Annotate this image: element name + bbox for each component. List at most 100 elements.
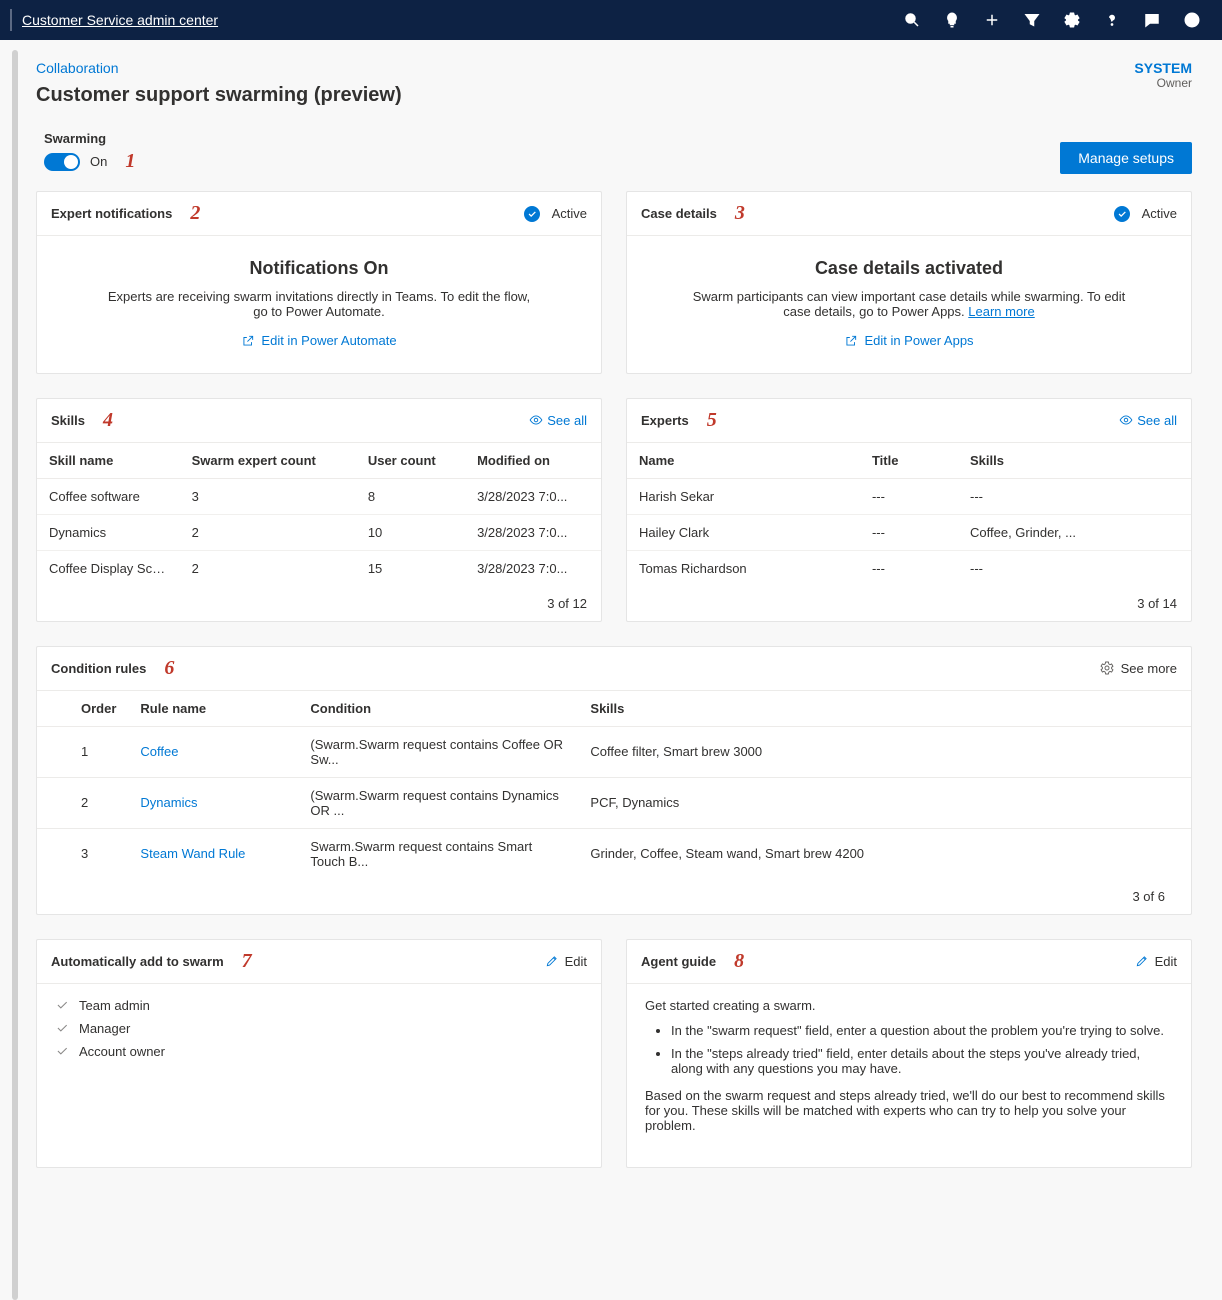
- auto-add-edit-link[interactable]: Edit: [545, 954, 587, 969]
- breadcrumb[interactable]: Collaboration: [36, 60, 402, 76]
- check-icon: [55, 998, 69, 1012]
- link-text: Edit: [1155, 954, 1177, 969]
- link-text: Edit: [565, 954, 587, 969]
- col-skill-name[interactable]: Skill name: [37, 443, 180, 479]
- external-link-icon: [844, 334, 858, 348]
- callout-3: 3: [735, 202, 745, 225]
- topbar-divider: [10, 9, 12, 31]
- skills-table: Skill name Swarm expert count User count…: [37, 443, 601, 586]
- list-item: Account owner: [55, 1040, 583, 1063]
- lightbulb-icon[interactable]: [932, 0, 972, 40]
- callout-4: 4: [103, 409, 113, 432]
- list-item: Manager: [55, 1017, 583, 1040]
- col-skills[interactable]: Skills: [958, 443, 1191, 479]
- status-text: Active: [1142, 206, 1177, 221]
- col-user-count[interactable]: User count: [356, 443, 465, 479]
- agent-bullets: In the "swarm request" field, enter a qu…: [645, 1023, 1173, 1076]
- callout-2: 2: [190, 202, 200, 225]
- col-title[interactable]: Title: [860, 443, 958, 479]
- auto-add-list: Team admin Manager Account owner: [37, 984, 601, 1087]
- notifications-body-text: Experts are receiving swarm invitations …: [99, 289, 539, 319]
- case-details-body-text: Swarm participants can view important ca…: [689, 289, 1129, 319]
- experts-card: Experts 5 See all Name Title Skills Hari…: [626, 398, 1192, 622]
- rules-footer: 3 of 6: [37, 879, 1191, 914]
- skills-title: Skills: [51, 413, 85, 428]
- help-icon[interactable]: [1092, 0, 1132, 40]
- experts-title: Experts: [641, 413, 689, 428]
- link-text: See all: [1137, 413, 1177, 428]
- gear-icon[interactable]: [1052, 0, 1092, 40]
- case-details-body-title: Case details activated: [651, 258, 1167, 279]
- col-modified[interactable]: Modified on: [465, 443, 601, 479]
- table-row[interactable]: Dynamics2103/28/2023 7:0...: [37, 514, 601, 550]
- item-text: Account owner: [79, 1044, 165, 1059]
- callout-7: 7: [242, 950, 252, 973]
- col-order[interactable]: Order: [37, 691, 128, 727]
- edit-power-apps-link[interactable]: Edit in Power Apps: [844, 333, 973, 348]
- owner-name[interactable]: SYSTEM: [1134, 60, 1192, 76]
- item-text: Team admin: [79, 998, 150, 1013]
- agent-intro: Get started creating a swarm.: [645, 998, 1173, 1013]
- list-item: In the "swarm request" field, enter a qu…: [671, 1023, 1173, 1038]
- skills-see-all-link[interactable]: See all: [529, 413, 587, 428]
- app-title[interactable]: Customer Service admin center: [22, 12, 218, 28]
- agent-guide-edit-link[interactable]: Edit: [1135, 954, 1177, 969]
- list-item: In the "steps already tried" field, ente…: [671, 1046, 1173, 1076]
- rule-link[interactable]: Steam Wand Rule: [140, 846, 245, 861]
- agent-guide-card: Agent guide 8 Edit Get started creating …: [626, 939, 1192, 1168]
- rule-link[interactable]: Dynamics: [140, 795, 197, 810]
- callout-8: 8: [734, 950, 744, 973]
- rules-title: Condition rules: [51, 661, 146, 676]
- chat-icon[interactable]: [1132, 0, 1172, 40]
- case-details-status: Active: [1114, 206, 1177, 222]
- filter-icon[interactable]: [1012, 0, 1052, 40]
- owner-role: Owner: [1134, 76, 1192, 90]
- experts-footer: 3 of 14: [627, 586, 1191, 621]
- gear-icon: [1099, 660, 1115, 676]
- case-details-card: Case details 3 Active Case details activ…: [626, 191, 1192, 374]
- link-text: Edit in Power Automate: [261, 333, 396, 348]
- check-icon: [55, 1044, 69, 1058]
- col-skills[interactable]: Skills: [578, 691, 1191, 727]
- scrollbar[interactable]: [12, 50, 18, 1300]
- table-row[interactable]: 3Steam Wand RuleSwarm.Swarm request cont…: [37, 828, 1191, 879]
- search-icon[interactable]: [892, 0, 932, 40]
- face-icon[interactable]: [1172, 0, 1212, 40]
- check-icon: [55, 1021, 69, 1035]
- swarming-toggle[interactable]: [44, 153, 80, 171]
- col-name[interactable]: Name: [627, 443, 860, 479]
- list-item: Team admin: [55, 994, 583, 1017]
- pencil-icon: [1135, 954, 1149, 968]
- skills-card: Skills 4 See all Skill name Swarm expert…: [36, 398, 602, 622]
- see-more-link[interactable]: See more: [1099, 660, 1177, 676]
- table-row[interactable]: Coffee Display Screen2153/28/2023 7:0...: [37, 550, 601, 586]
- swarming-label: Swarming: [44, 131, 135, 146]
- callout-5: 5: [707, 409, 717, 432]
- eye-icon: [529, 413, 543, 427]
- notifications-body-title: Notifications On: [61, 258, 577, 279]
- callout-1: 1: [125, 150, 135, 173]
- table-row[interactable]: 1Coffee(Swarm.Swarm request contains Cof…: [37, 726, 1191, 777]
- manage-setups-button[interactable]: Manage setups: [1060, 142, 1192, 174]
- callout-6: 6: [164, 657, 174, 680]
- table-row[interactable]: Coffee software383/28/2023 7:0...: [37, 478, 601, 514]
- pencil-icon: [545, 954, 559, 968]
- experts-see-all-link[interactable]: See all: [1119, 413, 1177, 428]
- plus-icon[interactable]: [972, 0, 1012, 40]
- experts-table: Name Title Skills Harish Sekar------ Hai…: [627, 443, 1191, 586]
- table-row[interactable]: Harish Sekar------: [627, 478, 1191, 514]
- auto-add-title: Automatically add to swarm: [51, 954, 224, 969]
- col-expert-count[interactable]: Swarm expert count: [180, 443, 356, 479]
- expert-notifications-status: Active: [524, 206, 587, 222]
- table-row[interactable]: Tomas Richardson------: [627, 550, 1191, 586]
- edit-power-automate-link[interactable]: Edit in Power Automate: [241, 333, 396, 348]
- col-rule-name[interactable]: Rule name: [128, 691, 298, 727]
- col-condition[interactable]: Condition: [298, 691, 578, 727]
- item-text: Manager: [79, 1021, 130, 1036]
- learn-more-link[interactable]: Learn more: [968, 304, 1034, 319]
- link-text: See all: [547, 413, 587, 428]
- rule-link[interactable]: Coffee: [140, 744, 178, 759]
- table-row[interactable]: Hailey Clark---Coffee, Grinder, ...: [627, 514, 1191, 550]
- table-row[interactable]: 2Dynamics(Swarm.Swarm request contains D…: [37, 777, 1191, 828]
- skills-footer: 3 of 12: [37, 586, 601, 621]
